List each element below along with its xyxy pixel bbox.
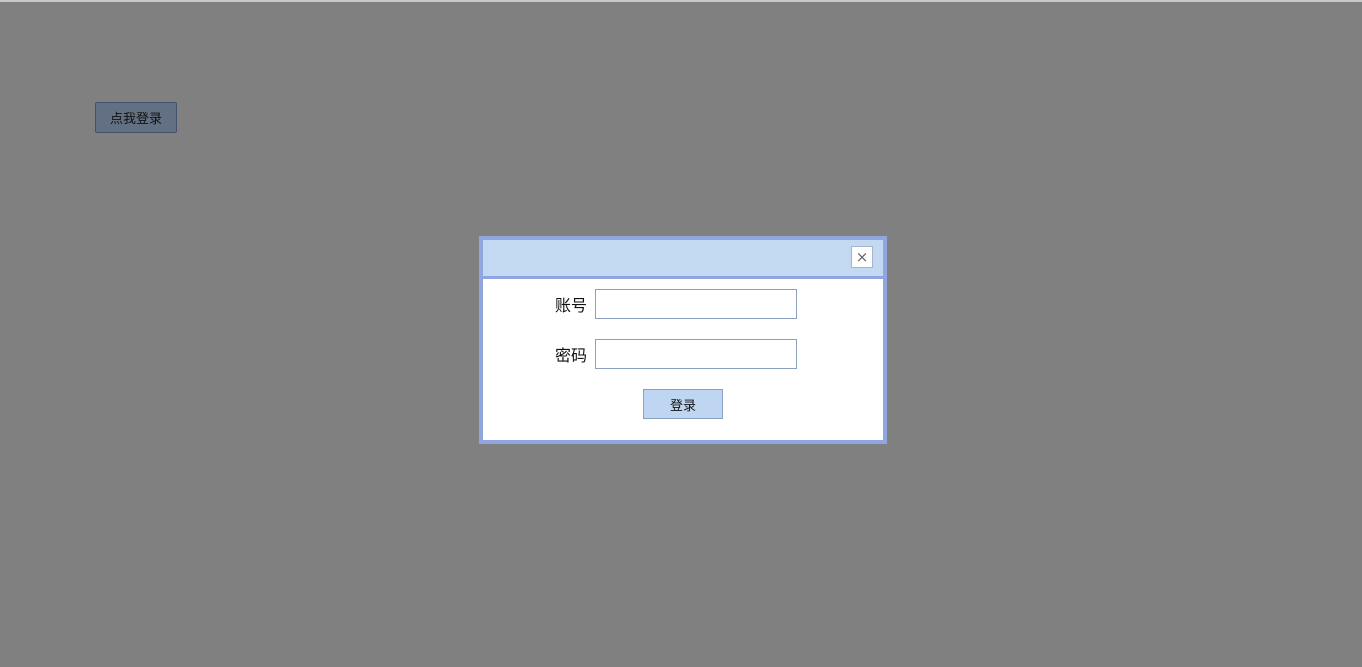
account-label: 账号 xyxy=(554,296,587,315)
open-login-button[interactable]: 点我登录 xyxy=(95,102,177,133)
account-row: 账号 xyxy=(551,289,797,319)
password-input[interactable] xyxy=(595,339,797,369)
dialog-body: 账号 密码 登录 xyxy=(483,279,883,440)
login-submit-button[interactable]: 登录 xyxy=(643,389,723,419)
page: 点我登录 × 账号 密码 登录 xyxy=(0,0,1362,667)
login-dialog: × 账号 密码 登录 xyxy=(479,236,887,444)
account-input[interactable] xyxy=(595,289,797,319)
dialog-header: × xyxy=(483,240,883,279)
password-label: 密码 xyxy=(554,346,587,365)
password-row: 密码 xyxy=(551,339,797,369)
close-icon[interactable]: × xyxy=(851,246,873,268)
